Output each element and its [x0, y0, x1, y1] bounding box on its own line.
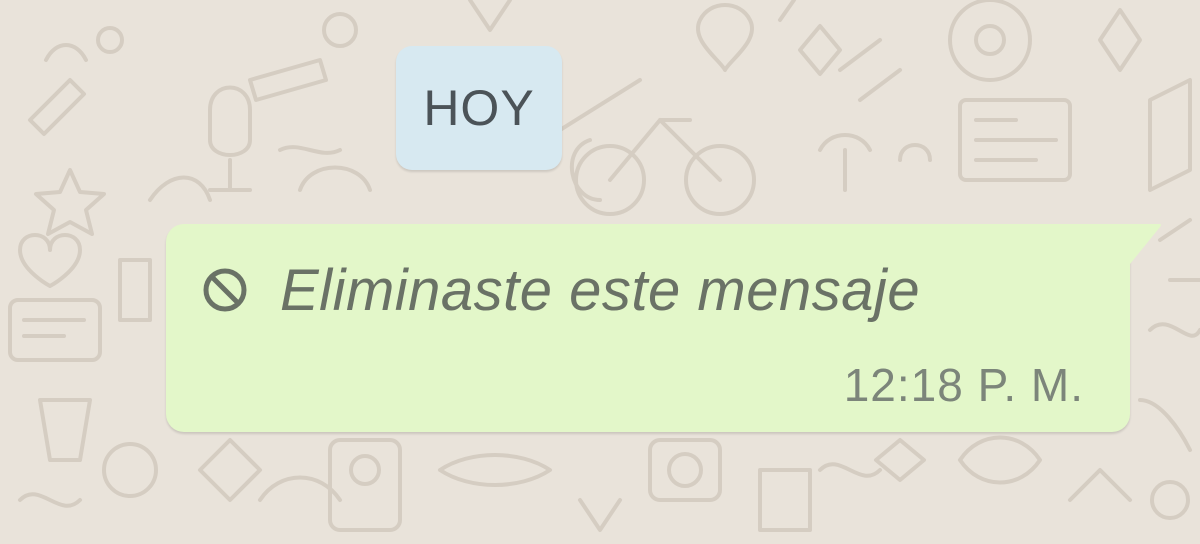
- deleted-message-text: Eliminaste este mensaje: [280, 257, 921, 323]
- message-timestamp: 12:18 P. M.: [843, 359, 1084, 411]
- bubble-tail: [1126, 224, 1161, 266]
- date-separator-label: HOY: [423, 80, 535, 136]
- date-separator-chip: HOY: [396, 46, 562, 170]
- blocked-icon: [202, 267, 248, 313]
- deleted-message-row: Eliminaste este mensaje: [202, 250, 920, 330]
